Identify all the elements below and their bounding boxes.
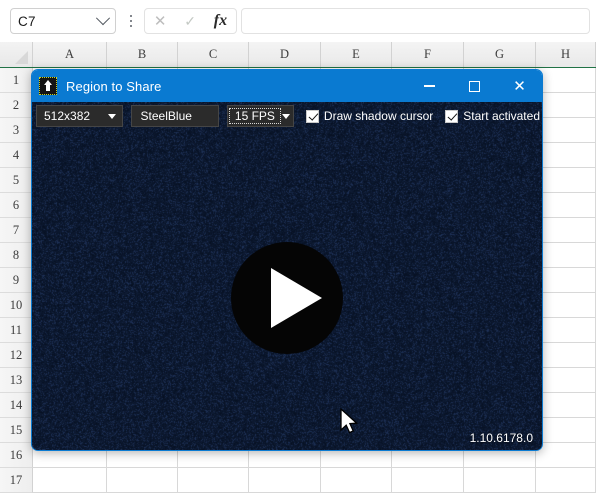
play-button[interactable] (231, 242, 343, 354)
draw-shadow-cursor-checkbox[interactable]: Draw shadow cursor (306, 109, 433, 123)
close-button[interactable]: ✕ (497, 70, 542, 102)
column-header-b[interactable]: B (107, 42, 178, 67)
version-label: 1.10.6178.0 (470, 431, 533, 445)
region-to-share-window: Region to Share ✕ 512x382 SteelBlue 15 F… (31, 69, 543, 451)
column-header-h[interactable]: H (536, 42, 596, 67)
cell-H5[interactable] (536, 168, 596, 193)
cell-D17[interactable] (249, 468, 321, 493)
column-header-c[interactable]: C (178, 42, 249, 67)
start-activated-label: Start activated (463, 109, 540, 123)
row-header-17[interactable]: 17 (0, 468, 33, 493)
column-header-row: ABCDEFGH (0, 42, 596, 68)
cell-F17[interactable] (392, 468, 464, 493)
cell-B17[interactable] (107, 468, 178, 493)
chevron-down-icon (282, 114, 290, 119)
row-header-2[interactable]: 2 (0, 93, 33, 118)
row-header-10[interactable]: 10 (0, 293, 33, 318)
row-header-8[interactable]: 8 (0, 243, 33, 268)
column-header-g[interactable]: G (464, 42, 536, 67)
cell-H9[interactable] (536, 268, 596, 293)
row-header-7[interactable]: 7 (0, 218, 33, 243)
fps-combo[interactable]: 15 FPS (227, 105, 294, 127)
cell-H8[interactable] (536, 243, 596, 268)
row-header-13[interactable]: 13 (0, 368, 33, 393)
cell-H16[interactable] (536, 443, 596, 468)
window-title-bar[interactable]: Region to Share ✕ (32, 70, 542, 102)
cell-H4[interactable] (536, 143, 596, 168)
cell-H1[interactable] (536, 68, 596, 93)
color-combo[interactable]: SteelBlue (131, 105, 219, 127)
cancel-icon[interactable]: ✕ (154, 14, 167, 29)
region-toolbar: 512x382 SteelBlue 15 FPS Draw shadow cur… (32, 102, 542, 130)
cell-H15[interactable] (536, 418, 596, 443)
row-header-5[interactable]: 5 (0, 168, 33, 193)
cell-H6[interactable] (536, 193, 596, 218)
formula-action-group: ✕ ✓ fx (144, 8, 237, 34)
chevron-down-icon (96, 11, 110, 25)
start-activated-checkbox[interactable]: Start activated (445, 109, 540, 123)
share-region-icon (39, 77, 57, 95)
window-controls: ✕ (407, 70, 542, 102)
maximize-button[interactable] (452, 70, 497, 102)
row-header-16[interactable]: 16 (0, 443, 33, 468)
cell-C17[interactable] (178, 468, 249, 493)
cell-H3[interactable] (536, 118, 596, 143)
chevron-down-icon (108, 114, 116, 119)
cell-E17[interactable] (321, 468, 392, 493)
column-header-f[interactable]: F (392, 42, 464, 67)
size-combo-value: 512x382 (37, 109, 97, 123)
cell-G17[interactable] (464, 468, 536, 493)
select-all-corner[interactable] (0, 42, 33, 67)
column-header-d[interactable]: D (249, 42, 321, 67)
formula-bar-row: C7 ✕ ✓ fx (0, 0, 596, 42)
grid-row: 17 (0, 468, 596, 493)
cell-H10[interactable] (536, 293, 596, 318)
size-combo[interactable]: 512x382 (36, 105, 123, 127)
row-header-4[interactable]: 4 (0, 143, 33, 168)
cell-H14[interactable] (536, 393, 596, 418)
checkbox-icon (445, 110, 458, 123)
name-box[interactable]: C7 (10, 8, 116, 34)
cell-H2[interactable] (536, 93, 596, 118)
row-header-12[interactable]: 12 (0, 343, 33, 368)
row-header-15[interactable]: 15 (0, 418, 33, 443)
checkbox-icon (306, 110, 319, 123)
screen-root: C7 ✕ ✓ fx ABCDEFGH 1 2 3 4 5 6 7 8 9 10 11 12 13 14 15… (0, 0, 596, 500)
function-icon[interactable]: fx (214, 13, 227, 29)
fps-combo-value: 15 FPS (230, 109, 280, 123)
cell-H7[interactable] (536, 218, 596, 243)
close-icon: ✕ (513, 79, 526, 94)
cell-H17[interactable] (536, 468, 596, 493)
name-box-value: C7 (18, 14, 36, 29)
row-header-1[interactable]: 1 (0, 68, 33, 93)
row-header-6[interactable]: 6 (0, 193, 33, 218)
cell-H12[interactable] (536, 343, 596, 368)
column-header-a[interactable]: A (33, 42, 107, 67)
cell-H13[interactable] (536, 368, 596, 393)
row-header-3[interactable]: 3 (0, 118, 33, 143)
formula-input[interactable] (241, 8, 590, 34)
window-title: Region to Share (66, 79, 161, 94)
play-triangle-icon (271, 268, 322, 328)
cell-H11[interactable] (536, 318, 596, 343)
color-combo-value: SteelBlue (132, 109, 199, 123)
confirm-icon[interactable]: ✓ (184, 14, 196, 28)
draw-shadow-cursor-label: Draw shadow cursor (324, 109, 433, 123)
more-options-icon[interactable] (123, 8, 139, 34)
row-header-11[interactable]: 11 (0, 318, 33, 343)
cell-A17[interactable] (33, 468, 107, 493)
minimize-button[interactable] (407, 70, 452, 102)
row-header-9[interactable]: 9 (0, 268, 33, 293)
column-header-e[interactable]: E (321, 42, 392, 67)
preview-content-area: 512x382 SteelBlue 15 FPS Draw shadow cur… (32, 102, 542, 450)
row-header-14[interactable]: 14 (0, 393, 33, 418)
